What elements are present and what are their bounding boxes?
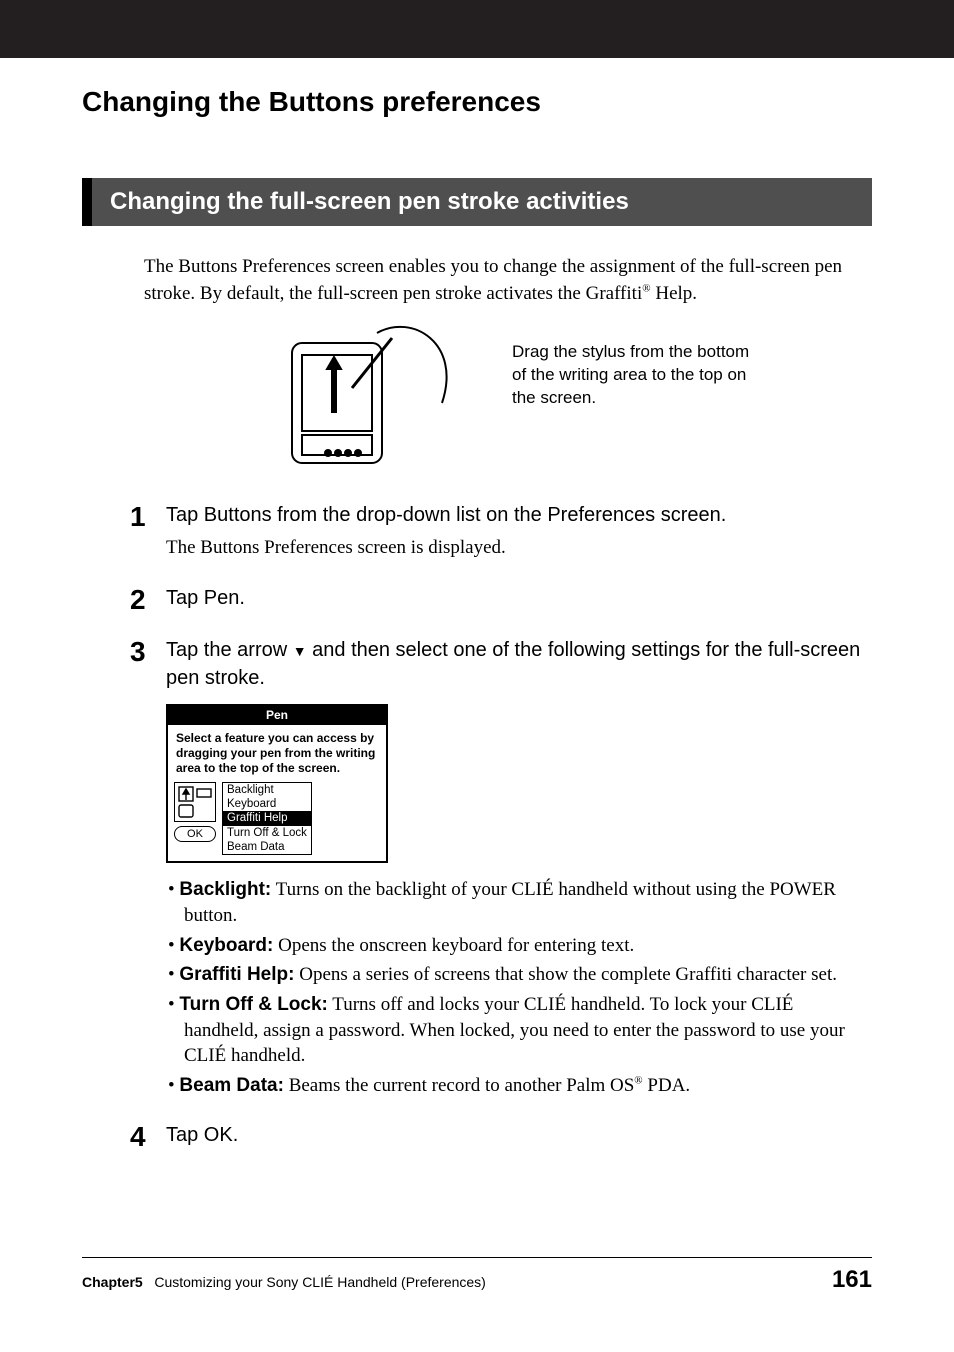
subsection-title: Changing the full-screen pen stroke acti… bbox=[82, 178, 872, 226]
chapter-subtitle: Customizing your Sony CLIÉ Handheld (Pre… bbox=[154, 1274, 486, 1290]
step-number: 3 bbox=[130, 636, 166, 1103]
figure-caption: Drag the stylus from the bottom of the w… bbox=[512, 341, 752, 410]
options-descriptions: Backlight: Turns on the backlight of you… bbox=[166, 877, 872, 1098]
bullet-label: Turn Off & Lock: bbox=[179, 994, 327, 1015]
page-footer: Chapter5 Customizing your Sony CLIÉ Hand… bbox=[82, 1257, 872, 1294]
screenshot-titlebar: Pen bbox=[168, 706, 386, 725]
step-1: 1 Tap Buttons from the drop-down list on… bbox=[130, 501, 872, 566]
option-backlight: Backlight bbox=[223, 783, 311, 797]
bullet-keyboard: Keyboard: Opens the onscreen keyboard fo… bbox=[166, 933, 872, 959]
step-3: 3 Tap the arrow ▼ and then select one of… bbox=[130, 636, 872, 1103]
bullet-text: Opens a series of screens that show the … bbox=[294, 964, 837, 985]
screenshot-instruction: Select a feature you can access by dragg… bbox=[168, 725, 386, 780]
options-dropdown: Backlight Keyboard Graffiti Help Turn Of… bbox=[222, 782, 312, 856]
stroke-icon bbox=[174, 782, 216, 822]
footer-left: Chapter5 Customizing your Sony CLIÉ Hand… bbox=[82, 1274, 486, 1290]
chapter-label: Chapter5 bbox=[82, 1274, 143, 1290]
section-title: Changing the Buttons preferences bbox=[82, 86, 872, 118]
bullet-beam-data: Beam Data: Beams the current record to a… bbox=[166, 1073, 872, 1099]
step-4: 4 Tap OK. bbox=[130, 1121, 872, 1155]
step-heading: Tap Pen. bbox=[166, 584, 872, 612]
step-number: 4 bbox=[130, 1121, 166, 1155]
step-heading: Tap OK. bbox=[166, 1121, 872, 1149]
bullet-text: Opens the onscreen keyboard for entering… bbox=[273, 935, 634, 956]
bullet-text: Turns on the backlight of your CLIÉ hand… bbox=[184, 879, 836, 926]
bullet-graffiti-help: Graffiti Help: Opens a series of screens… bbox=[166, 962, 872, 988]
step3-text-a: Tap the arrow bbox=[166, 639, 293, 661]
stylus-drag-illustration bbox=[262, 313, 482, 477]
down-arrow-icon: ▼ bbox=[293, 643, 307, 659]
step-number: 2 bbox=[130, 584, 166, 618]
page-content: Changing the Buttons preferences Changin… bbox=[0, 58, 954, 1155]
bullet-label: Beam Data: bbox=[179, 1075, 284, 1096]
pen-preferences-screenshot: Pen Select a feature you can access by d… bbox=[166, 704, 388, 864]
registered-mark: ® bbox=[634, 1075, 642, 1087]
bullet-backlight: Backlight: Turns on the backlight of you… bbox=[166, 877, 872, 928]
page-number: 161 bbox=[832, 1266, 872, 1294]
steps-list: 1 Tap Buttons from the drop-down list on… bbox=[82, 501, 872, 1154]
option-turn-off-lock: Turn Off & Lock bbox=[223, 826, 311, 840]
ok-button: OK bbox=[174, 826, 216, 842]
bullet-turn-off-lock: Turn Off & Lock: Turns off and locks you… bbox=[166, 992, 872, 1069]
step-heading: Tap Buttons from the drop-down list on t… bbox=[166, 501, 872, 529]
bullet-text-a: Beams the current record to another Palm… bbox=[284, 1075, 634, 1096]
registered-mark: ® bbox=[642, 282, 650, 294]
option-graffiti-help: Graffiti Help bbox=[223, 811, 311, 825]
step-2: 2 Tap Pen. bbox=[130, 584, 872, 618]
step-number: 1 bbox=[130, 501, 166, 566]
option-beam-data: Beam Data bbox=[223, 840, 311, 854]
intro-paragraph: The Buttons Preferences screen enables y… bbox=[82, 254, 872, 307]
bullet-label: Graffiti Help: bbox=[179, 964, 294, 985]
bullet-label: Keyboard: bbox=[179, 935, 273, 956]
bullet-label: Backlight: bbox=[179, 879, 271, 900]
intro-text-1: The Buttons Preferences screen enables y… bbox=[144, 256, 842, 304]
step-subtext: The Buttons Preferences screen is displa… bbox=[166, 535, 872, 562]
bullet-text-b: PDA. bbox=[643, 1075, 691, 1096]
option-keyboard: Keyboard bbox=[223, 797, 311, 811]
step-heading: Tap the arrow ▼ and then select one of t… bbox=[166, 636, 872, 692]
header-band bbox=[0, 0, 954, 58]
figure-row: Drag the stylus from the bottom of the w… bbox=[82, 313, 872, 477]
intro-text-2: Help. bbox=[651, 283, 697, 304]
